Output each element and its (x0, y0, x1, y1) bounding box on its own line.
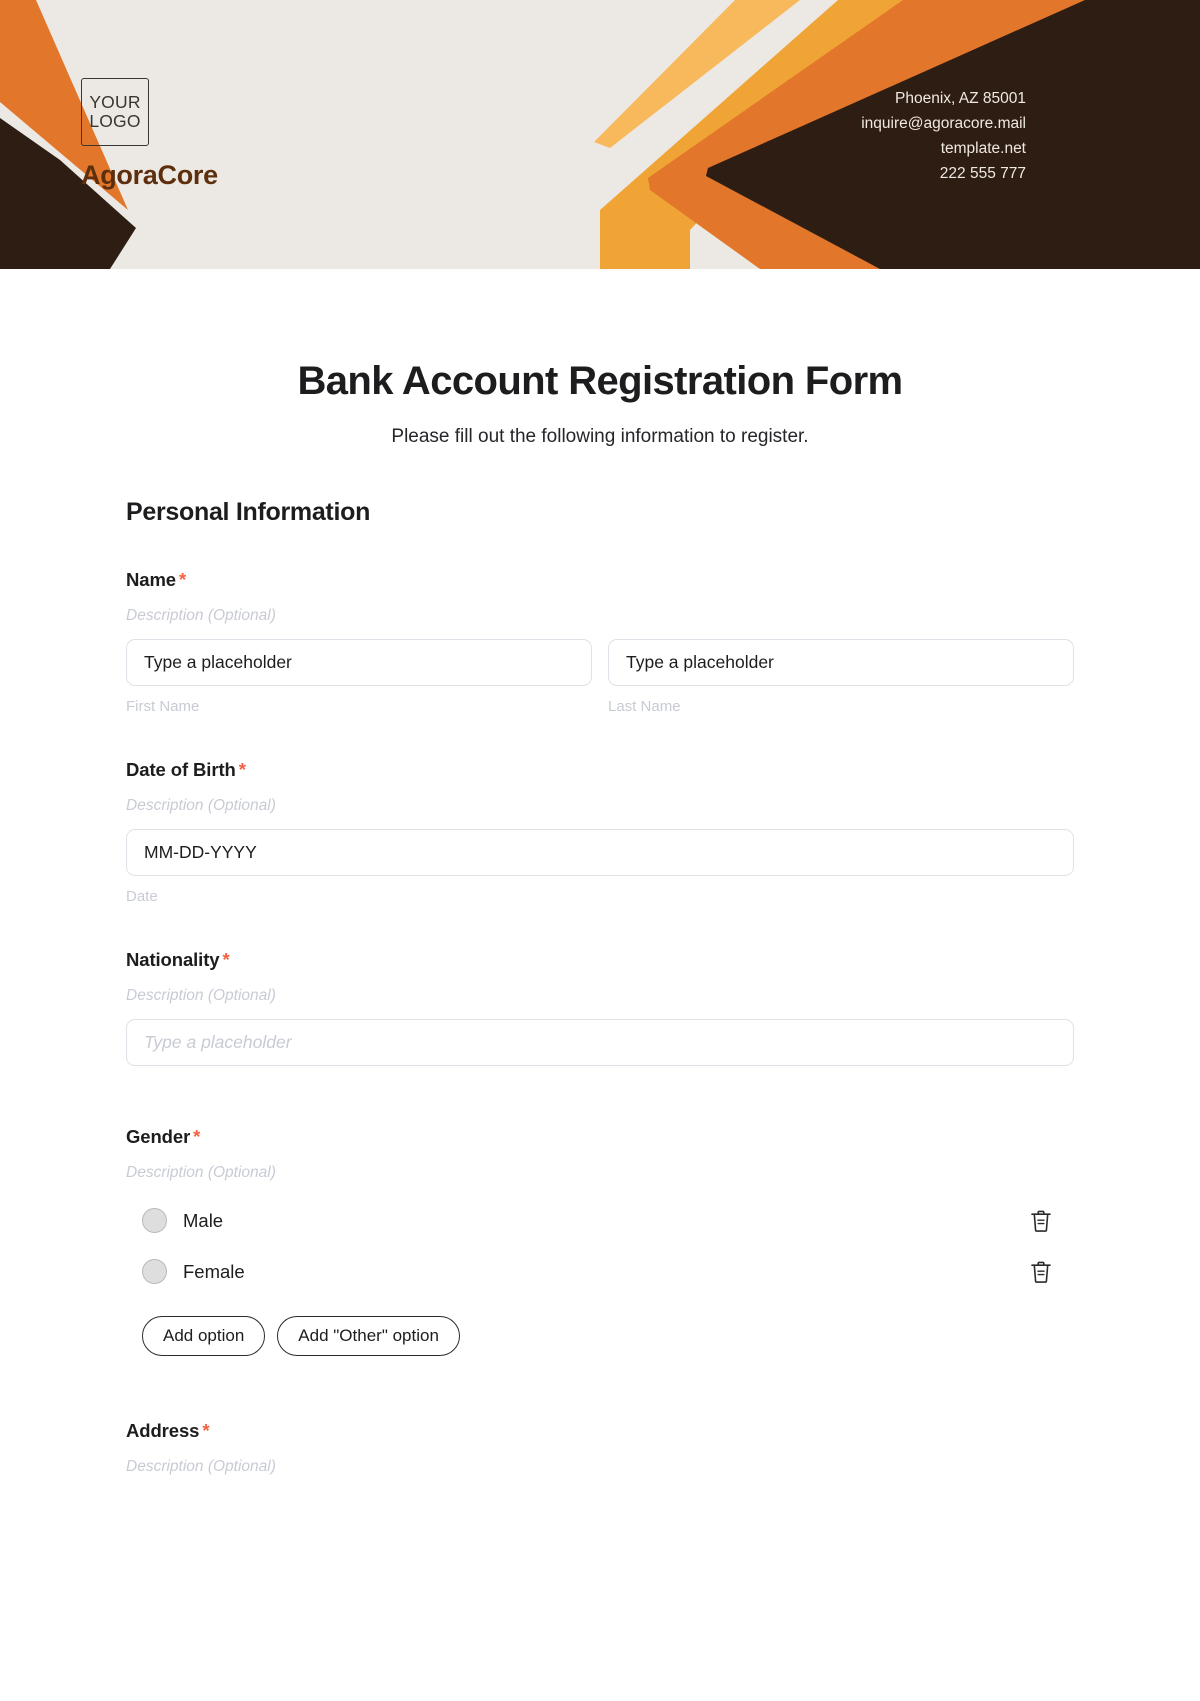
field-label-nationality: Nationality * (126, 949, 1074, 971)
label-text: Date of Birth (126, 759, 236, 780)
radio-label-male: Male (183, 1209, 224, 1231)
add-other-option-button[interactable]: Add "Other" option (277, 1316, 460, 1357)
field-description-name: Description (Optional) (126, 607, 276, 624)
date-of-birth-sub-label: Date (126, 888, 158, 905)
last-name-input[interactable]: Type a placeholder (608, 639, 1074, 686)
label-text: Nationality (126, 949, 220, 970)
page-root: YOUR LOGO AgoraCore Phoenix, AZ 85001 in… (0, 0, 1200, 1701)
field-description-address: Description (Optional) (126, 1458, 276, 1476)
first-name-input[interactable]: Type a placeholder (126, 639, 592, 686)
label-text: Name (126, 569, 176, 590)
trash-icon[interactable] (1030, 1209, 1052, 1233)
radio-button-male[interactable] (142, 1208, 167, 1233)
brand-name: AgoraCore (81, 160, 218, 190)
radio-button-female[interactable] (142, 1259, 167, 1284)
add-option-buttons: Add option Add "Other" option (126, 1316, 1074, 1357)
add-option-button[interactable]: Add option (142, 1316, 266, 1357)
field-label-address: Address * (126, 1420, 1074, 1442)
trash-icon[interactable] (1030, 1260, 1052, 1284)
nationality-input[interactable]: Type a placeholder (126, 1019, 1074, 1066)
required-asterisk: * (179, 569, 187, 590)
required-asterisk: * (193, 1126, 201, 1147)
logo-line-2: LOGO (89, 111, 141, 131)
field-description-gender: Description (Optional) (126, 1164, 276, 1181)
field-date-of-birth: Date of Birth * Description (Optional) MM… (126, 759, 1074, 905)
section-title-personal-information: Personal Information (126, 498, 371, 526)
radio-option-male[interactable]: Male (126, 1208, 1074, 1233)
contact-address: Phoenix, AZ 85001 (895, 90, 1026, 107)
field-description-date-of-birth: Description (Optional) (126, 797, 276, 814)
field-nationality: Nationality * Description (Optional) Type… (126, 949, 1074, 1066)
required-asterisk: * (238, 759, 246, 780)
date-of-birth-input[interactable]: MM-DD-YYYY (126, 829, 1074, 876)
last-name-sub-label: Last Name (608, 698, 681, 715)
field-label-name: Name * (126, 569, 1074, 591)
page-header: YOUR LOGO AgoraCore Phoenix, AZ 85001 in… (0, 0, 1200, 269)
field-gender: Gender * Description (Optional) Male Fema… (126, 1126, 1074, 1357)
form-subtitle: Please fill out the following informatio… (391, 426, 809, 447)
contact-phone: 222 555 777 (939, 165, 1026, 183)
field-description-nationality: Description (Optional) (126, 987, 276, 1004)
first-name-sub-label: First Name (126, 698, 200, 715)
name-inputs-row: Type a placeholder First Name Type a pla… (126, 625, 1074, 715)
contact-info: Phoenix, AZ 85001 inquire@agoracore.mail… (861, 86, 1026, 186)
field-label-gender: Gender * (126, 1126, 1074, 1148)
radio-option-female[interactable]: Female (126, 1259, 1074, 1284)
logo-placeholder: YOUR LOGO (81, 78, 149, 146)
contact-email: inquire@agoracore.mail (861, 115, 1026, 133)
field-name: Name * Description (Optional) Type a plac… (126, 569, 1074, 715)
required-asterisk: * (202, 1420, 210, 1442)
required-asterisk: * (222, 949, 230, 970)
label-text: Address (126, 1420, 200, 1442)
contact-website: template.net (940, 140, 1026, 158)
radio-label-female: Female (183, 1260, 245, 1282)
brand-block: YOUR LOGO AgoraCore (81, 78, 218, 191)
label-text: Gender (126, 1126, 191, 1147)
form-title: Bank Account Registration Form (297, 359, 903, 403)
logo-line-1: YOUR (89, 92, 141, 113)
field-label-date-of-birth: Date of Birth * (126, 759, 1074, 781)
form-body: Bank Account Registration Form Please fi… (0, 359, 1200, 1476)
field-address: Address * Description (Optional) (126, 1420, 1074, 1476)
